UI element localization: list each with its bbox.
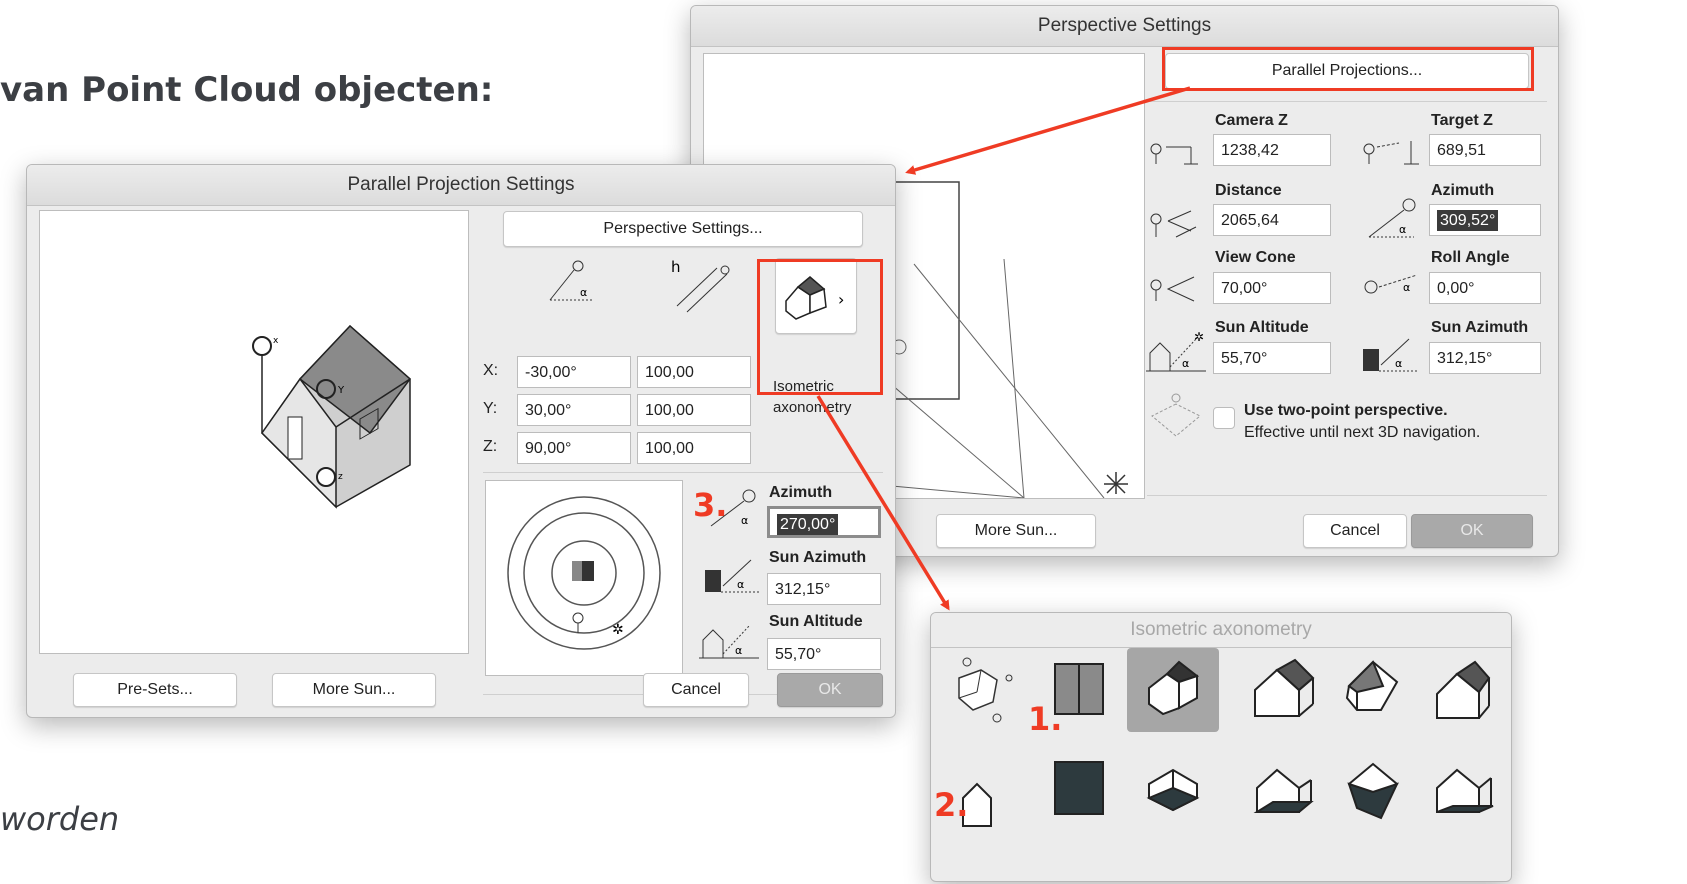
annotation-arrows — [816, 86, 1191, 611]
arrow-to-parallel-dialog — [905, 86, 1191, 175]
arrow-to-preset-popup — [816, 395, 950, 611]
